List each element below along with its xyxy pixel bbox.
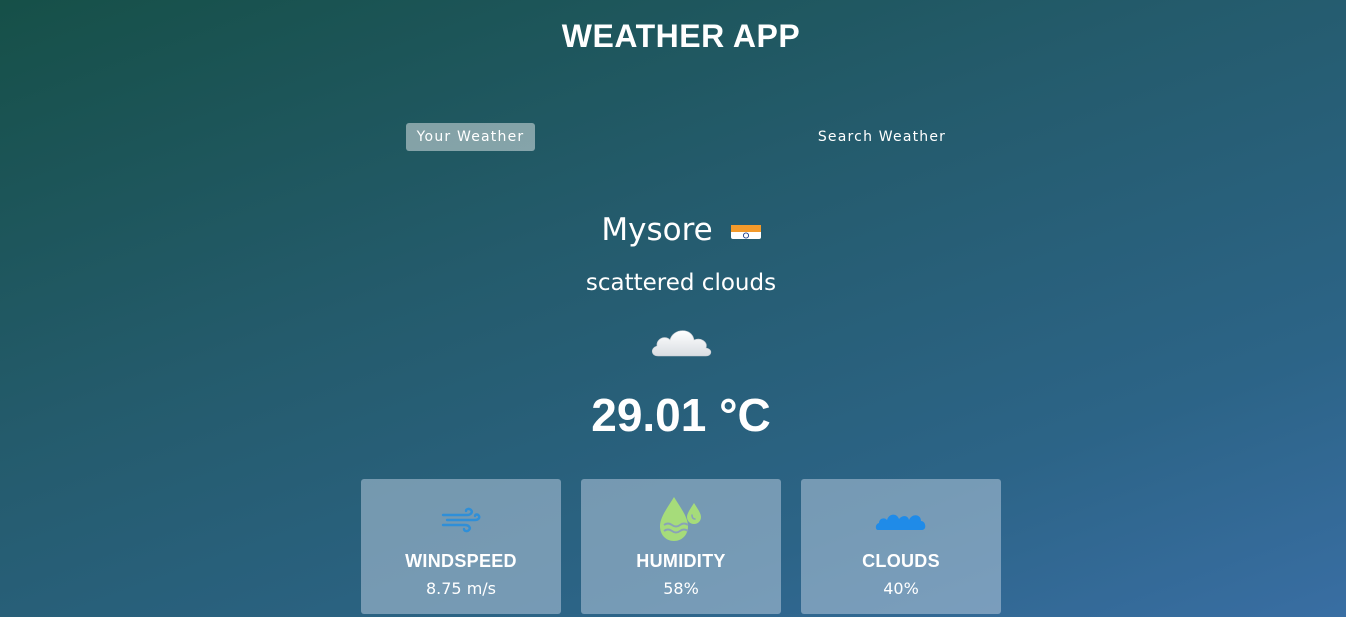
windspeed-label: WINDSPEED (405, 551, 517, 571)
humidity-label: HUMIDITY (636, 551, 726, 571)
tab-search-weather[interactable]: Search Weather (809, 123, 955, 151)
humidity-value: 58% (663, 579, 699, 598)
temperature-value: 29.01 °C (591, 389, 771, 441)
clouds-card: CLOUDS 40% (801, 479, 1001, 614)
city-name: Mysore (601, 212, 713, 248)
clouds-value: 40% (883, 579, 919, 598)
windspeed-value: 8.75 m/s (425, 579, 497, 598)
tab-your-weather[interactable]: Your Weather (406, 123, 535, 151)
humidity-card: HUMIDITY 58% (581, 479, 781, 614)
windspeed-card: WINDSPEED 8.75 m/s (361, 479, 561, 614)
app-title: WEATHER APP (561, 18, 801, 54)
humidity-icon (581, 495, 781, 543)
clouds-icon (801, 509, 1001, 531)
weather-description: scattered clouds (585, 270, 777, 296)
scattered-clouds-icon (648, 320, 716, 360)
city-row: Mysore (0, 212, 1346, 248)
wind-icon (361, 507, 561, 533)
india-flag-icon (730, 218, 761, 239)
clouds-label: CLOUDS (862, 551, 940, 571)
